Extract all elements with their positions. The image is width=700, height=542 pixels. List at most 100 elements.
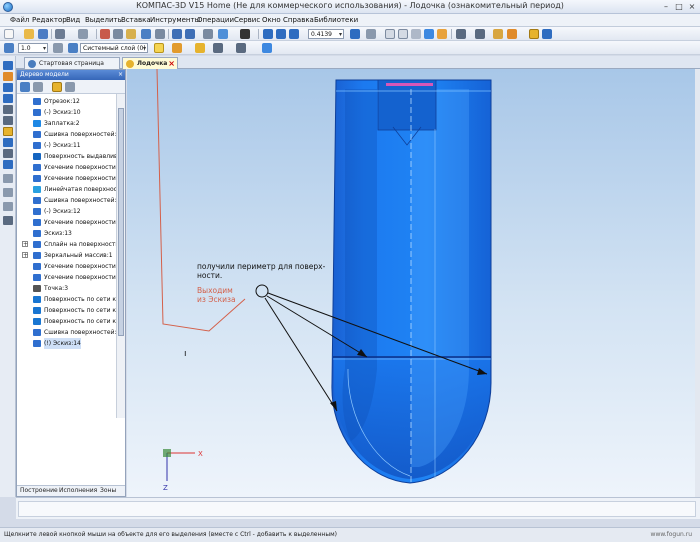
tree-scrollbar[interactable] [116,94,125,418]
expand-plus-icon[interactable]: + [22,252,28,259]
tree-item[interactable]: Точка:3 [17,283,116,294]
print-icon[interactable] [55,29,65,39]
tree-item[interactable]: (-) Эскиз:10 [17,107,116,118]
render-icon[interactable] [507,29,517,39]
tree-item[interactable]: + Зеркальный массив:1 [17,250,116,261]
filters-icon[interactable] [3,160,13,169]
close-panel-icon[interactable]: × [118,70,123,80]
tab-start-page[interactable]: Стартовая страница [24,57,120,69]
copy-icon[interactable] [113,29,123,39]
menu-service[interactable]: Сервис [234,16,260,24]
tree-item[interactable]: + Сплайн на поверхности [17,239,116,250]
menu-window[interactable]: Окно [262,16,281,24]
manager-icon[interactable] [218,29,228,39]
tree-item[interactable]: Сшивка поверхностей:5 [17,129,116,140]
tree-item[interactable]: Усечение поверхности: [17,272,116,283]
help-pointer-icon[interactable] [240,29,250,39]
maximize-button[interactable]: □ [673,1,685,12]
parameters-icon[interactable] [542,29,552,39]
tab-lodochka[interactable]: Лодочка × [122,57,178,69]
tab-construction[interactable]: Построение [20,487,58,494]
spatial-curves-icon[interactable] [3,83,13,92]
tab-executions[interactable]: Исполнения [59,487,97,494]
elements-icon[interactable] [3,202,13,211]
save-icon[interactable] [38,29,48,39]
designations-icon[interactable] [3,149,13,158]
tree-structure-icon[interactable] [33,82,43,92]
expand-plus-icon[interactable]: + [22,241,28,248]
preview-icon[interactable] [78,29,88,39]
filter-icon[interactable] [456,29,466,39]
shaded-icon[interactable] [424,29,434,39]
tree-item[interactable]: Поверхность по сети кр [17,316,116,327]
tree-item[interactable]: Поверхность выдавливания [17,151,116,162]
reports-icon[interactable] [3,188,13,197]
minimize-button[interactable]: – [660,1,672,12]
local-cs-icon[interactable] [154,43,164,53]
properties-icon[interactable] [141,29,151,39]
measure-icon[interactable] [3,127,13,136]
tree-item[interactable]: Усечение поверхности: [17,217,116,228]
library-icon[interactable] [155,29,165,39]
color-icon[interactable] [493,29,503,39]
rotate-icon[interactable] [350,29,360,39]
menu-operations[interactable]: Операции [197,16,234,24]
zoom-scale-select[interactable]: 0.4139 ▾ [308,29,344,39]
grid-icon[interactable] [213,43,223,53]
zoom-out-icon[interactable] [289,29,299,39]
auxiliary-geometry-icon[interactable] [3,116,13,125]
menu-help[interactable]: Справка [283,16,314,24]
new-document-icon[interactable] [4,29,14,39]
tree-item[interactable]: (!) Эскиз:14 [17,338,116,349]
tree-item[interactable]: Линейчатая поверхность [17,184,116,195]
properties-field[interactable] [18,501,696,517]
tree-item[interactable]: Поверхность по сети кр [17,294,116,305]
tree-item[interactable]: Отрезок:12 [17,96,116,107]
line-width-select[interactable]: 1.0 ▾ [18,43,48,53]
snap-icon[interactable] [475,29,485,39]
tab-zones[interactable]: Зоны [100,487,116,494]
geometry-icon[interactable] [3,61,13,70]
redo-icon[interactable] [185,29,195,39]
model-canvas[interactable]: X Z ı [127,69,695,497]
tangent-icon[interactable] [262,43,272,53]
tree-item[interactable]: Поверхность по сети кр [17,305,116,316]
menu-select[interactable]: Выделить [85,16,122,24]
arrays-icon[interactable] [3,105,13,114]
menu-libraries[interactable]: Библиотеки [314,16,358,24]
cursor-icon[interactable] [4,43,14,53]
sketch-mode-icon[interactable] [529,29,539,39]
model-viewport[interactable]: X Z ı получили периметр для поверх- ност… [127,69,695,497]
tree-item[interactable]: Усечение поверхности: [17,261,116,272]
tree-list-icon[interactable] [65,82,75,92]
style-icon[interactable] [53,43,63,53]
tree-scroll-thumb[interactable] [118,108,124,336]
tree-view-icon[interactable] [20,82,30,92]
cut-icon[interactable] [100,29,110,39]
ortho-icon[interactable] [195,43,205,53]
tree-item[interactable]: Сшивка поверхностей:9 [17,327,116,338]
close-window-button[interactable]: × [686,1,698,12]
zoom-in-icon[interactable] [263,29,273,39]
snap-toggle-icon[interactable] [172,43,182,53]
zoom-window-icon[interactable] [276,29,286,39]
shaded-edges-icon[interactable] [437,29,447,39]
close-tab-icon[interactable]: × [168,58,175,69]
layer-icon[interactable] [68,43,78,53]
tree-item[interactable]: (-) Эскиз:11 [17,140,116,151]
pan-icon[interactable] [366,29,376,39]
menu-tools[interactable]: Инструменты [150,16,200,24]
tree-item[interactable]: Заплатка:2 [17,118,116,129]
tree-filter-icon[interactable] [52,82,62,92]
tree-item[interactable]: Сшивка поверхностей:6 [17,195,116,206]
dimensions-icon[interactable] [3,138,13,147]
insert-object-icon[interactable] [203,29,213,39]
menu-view[interactable]: Вид [66,16,80,24]
view-orientation-icon[interactable] [385,29,395,39]
surfaces-icon[interactable] [3,94,13,103]
edit-part-icon[interactable] [3,72,13,81]
wireframe-icon[interactable] [398,29,408,39]
open-folder-icon[interactable] [24,29,34,39]
hidden-lines-icon[interactable] [411,29,421,39]
tree-item[interactable]: Эскиз:13 [17,228,116,239]
